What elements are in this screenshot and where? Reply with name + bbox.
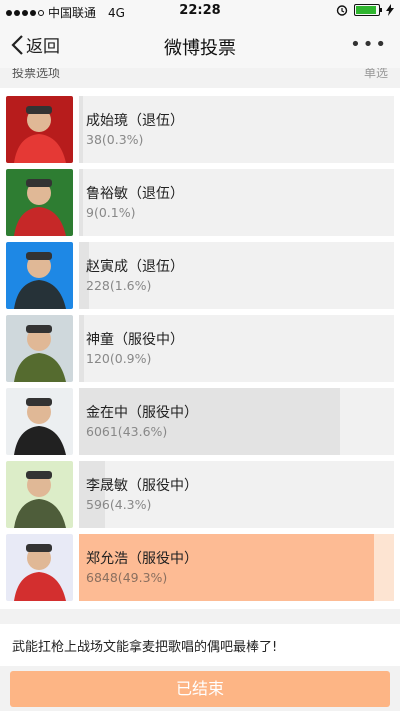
vote-option[interactable]: 成始璄（退伍） 38(0.3%) <box>6 92 394 165</box>
more-menu-button[interactable]: ••• <box>350 34 388 55</box>
vote-options: 成始璄（退伍） 38(0.3%) 鲁裕敏（退伍） 9(0.1%) 赵寅成（退伍） 228(… <box>0 88 400 609</box>
vote-bar-fill <box>79 96 83 163</box>
vote-count: 6848(49.3%) <box>86 570 168 585</box>
candidate-name: 赵寅成（退伍） <box>86 259 184 275</box>
alarm-icon <box>336 5 348 16</box>
candidate-photo <box>6 242 73 309</box>
bottom-bar: 已结束 <box>0 666 400 711</box>
comment-text: 武能扛枪上战场文能拿麦把歌唱的偶吧最棒了! <box>0 624 400 666</box>
candidate-photo <box>6 169 73 236</box>
candidate-name: 金在中（服役中） <box>86 405 198 421</box>
candidate-name: 成始璄（退伍） <box>86 113 184 129</box>
vote-option[interactable]: 赵寅成（退伍） 228(1.6%) <box>6 238 394 311</box>
section-label: 投票选项 <box>12 68 61 80</box>
page-title: 微博投票 <box>164 38 236 59</box>
vote-option[interactable]: 鲁裕敏（退伍） 9(0.1%) <box>6 165 394 238</box>
candidate-name: 神童（服役中） <box>86 332 184 348</box>
nav-bar: 返回 微博投票 ••• <box>0 22 400 68</box>
status-bar: 中国联通 4G 22:28 <box>0 0 400 22</box>
vote-bar-fill <box>79 169 83 236</box>
vote-option[interactable]: 金在中（服役中） 6061(43.6%) <box>6 384 394 457</box>
candidate-photo <box>6 388 73 455</box>
vote-count: 120(0.9%) <box>86 351 152 366</box>
candidate-photo <box>6 534 73 601</box>
candidate-photo <box>6 461 73 528</box>
vote-bar-fill <box>79 315 85 382</box>
vote-count: 9(0.1%) <box>86 205 136 220</box>
status-right <box>336 4 394 16</box>
vote-count: 6061(43.6%) <box>86 424 168 439</box>
vote-count: 228(1.6%) <box>86 278 152 293</box>
candidate-name: 李晟敏（服役中） <box>86 478 198 494</box>
section-header: 投票选项 单选 <box>0 68 400 82</box>
candidate-name: 鲁裕敏（退伍） <box>86 186 184 202</box>
ended-button[interactable]: 已结束 <box>10 671 390 707</box>
candidate-photo <box>6 315 73 382</box>
vote-option[interactable]: 神童（服役中） 120(0.9%) <box>6 311 394 384</box>
vote-option[interactable]: 李晟敏（服役中） 596(4.3%) <box>6 457 394 530</box>
battery-icon <box>354 4 382 16</box>
candidate-name: 郑允浩（服役中） <box>86 551 198 567</box>
charging-icon <box>386 4 394 16</box>
vote-option[interactable]: 郑允浩（服役中） 6848(49.3%) <box>6 530 394 603</box>
vote-count: 38(0.3%) <box>86 132 144 147</box>
vote-count: 596(4.3%) <box>86 497 152 512</box>
vote-mode-label: 单选 <box>363 68 388 80</box>
candidate-photo <box>6 96 73 163</box>
